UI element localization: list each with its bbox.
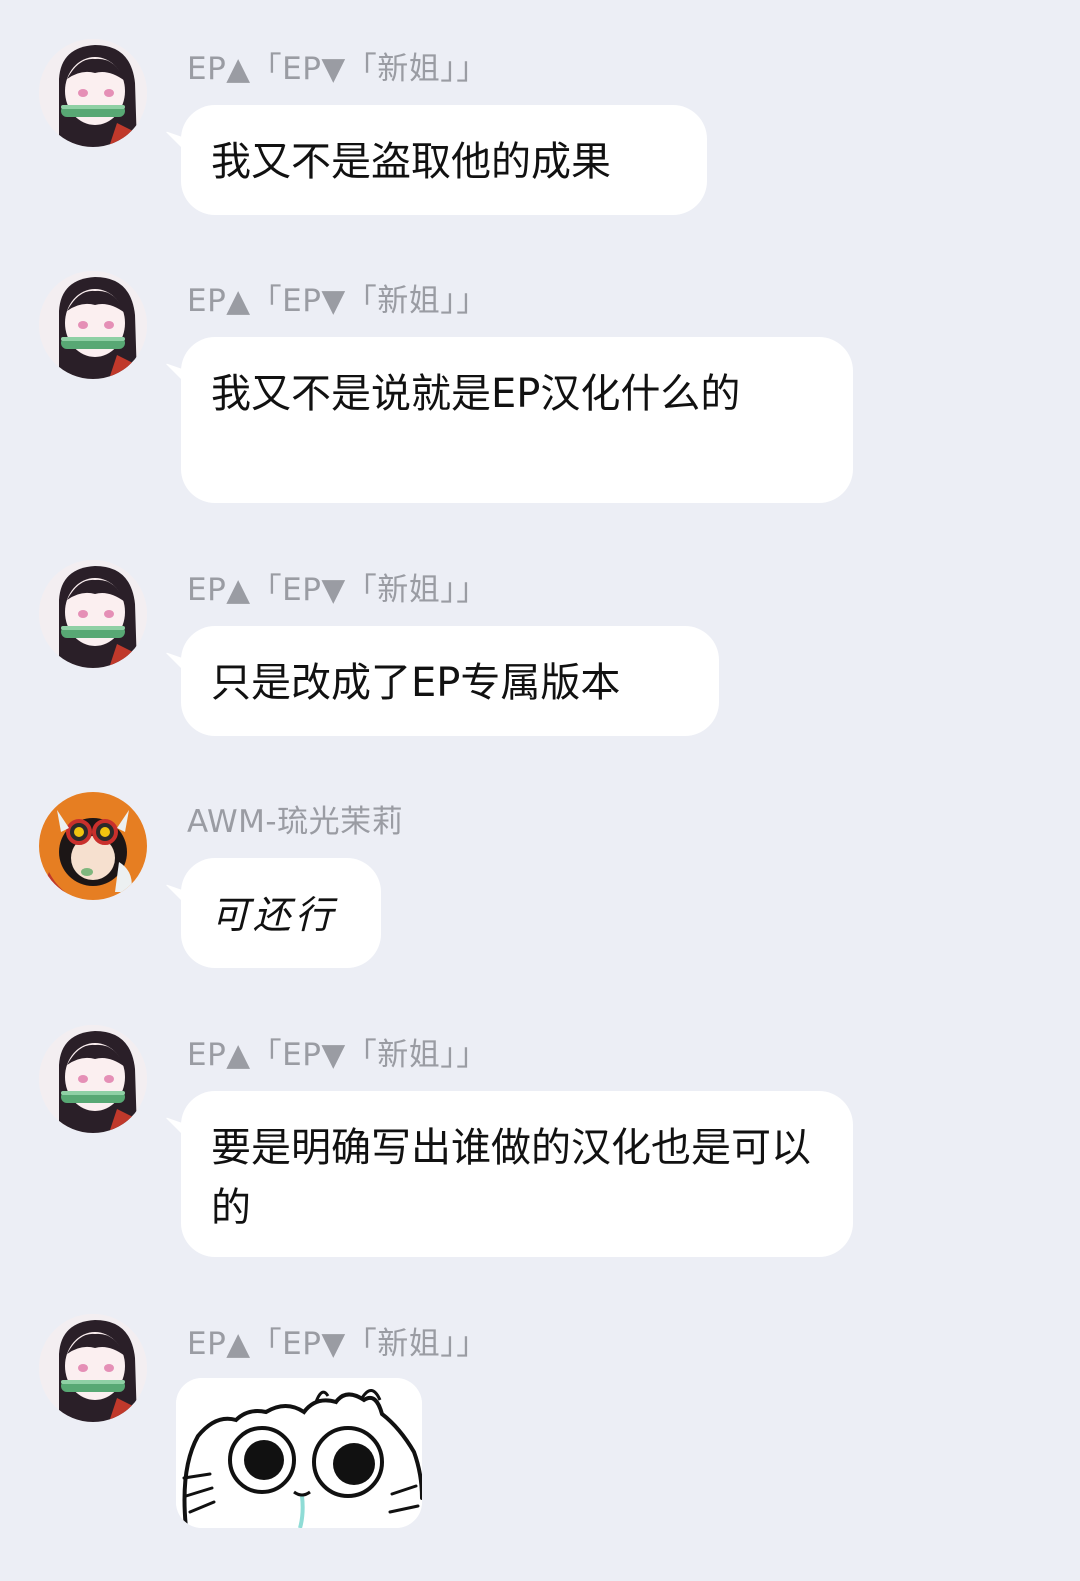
sender-name: EP▲「EP▼「新姐」」 bbox=[187, 1326, 488, 1362]
girl-bamboo-avatar[interactable] bbox=[39, 1314, 147, 1422]
girl-bamboo-avatar[interactable] bbox=[39, 560, 147, 668]
message-text: 我又不是说就是EP汉化什么的 bbox=[211, 371, 741, 417]
girl-bamboo-avatar[interactable] bbox=[39, 1025, 147, 1133]
staring-cat-sticker[interactable] bbox=[176, 1378, 422, 1528]
message-bubble[interactable]: 可还行 bbox=[181, 858, 381, 968]
sender-name: EP▲「EP▼「新姐」」 bbox=[187, 51, 488, 87]
chat-message-list: EP▲「EP▼「新姐」」 我又不是盗取他的成果 EP▲「EP▼「新姐」」 我又不… bbox=[0, 0, 1080, 1581]
sender-name: AWM-琉光茉莉 bbox=[187, 804, 404, 840]
message-bubble[interactable]: 我又不是说就是EP汉化什么的 bbox=[181, 337, 853, 503]
message-bubble[interactable]: 要是明确写出谁做的汉化也是可以的 bbox=[181, 1091, 853, 1257]
sender-name: EP▲「EP▼「新姐」」 bbox=[187, 572, 488, 608]
message-text: 只是改成了EP专属版本 bbox=[211, 660, 621, 706]
girl-bamboo-avatar[interactable] bbox=[39, 271, 147, 379]
sender-name: EP▲「EP▼「新姐」」 bbox=[187, 1037, 488, 1073]
message-text: 可还行 bbox=[211, 893, 338, 937]
message-text: 我又不是盗取他的成果 bbox=[211, 139, 611, 185]
goggles-girl-avatar[interactable] bbox=[39, 792, 147, 900]
message-text: 要是明确写出谁做的汉化也是可以的 bbox=[211, 1125, 811, 1231]
sender-name: EP▲「EP▼「新姐」」 bbox=[187, 283, 488, 319]
girl-bamboo-avatar[interactable] bbox=[39, 39, 147, 147]
message-bubble[interactable]: 我又不是盗取他的成果 bbox=[181, 105, 707, 215]
message-bubble[interactable]: 只是改成了EP专属版本 bbox=[181, 626, 719, 736]
